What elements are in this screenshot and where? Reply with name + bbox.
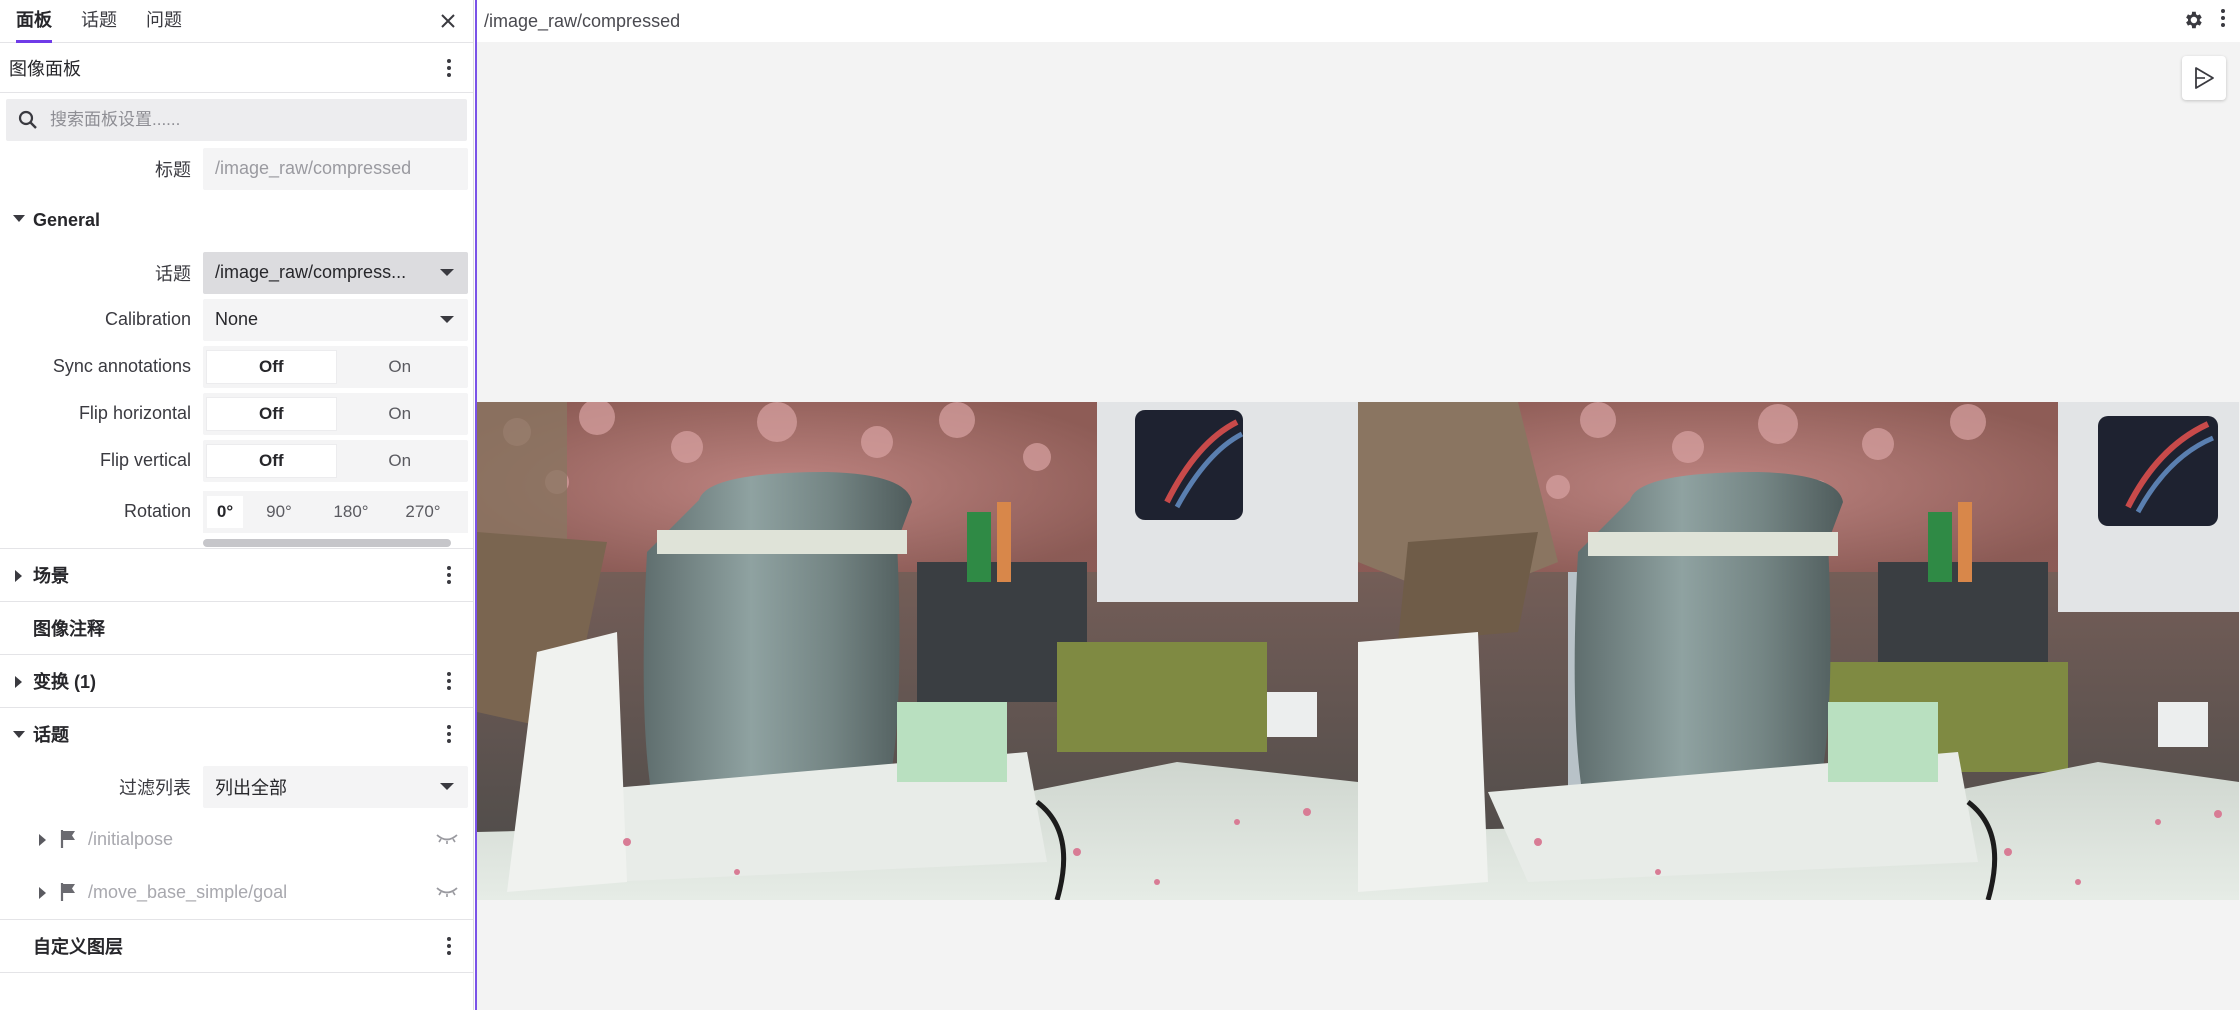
filter-select[interactable]: 列出全部 [203,765,468,808]
rotation-0-option[interactable]: 0° [207,495,243,528]
sync-on-option[interactable]: On [336,351,465,383]
filter-select-value: 列出全部 [215,777,287,798]
topics-menu-icon[interactable] [439,722,459,746]
flip-v-on-option[interactable]: On [336,445,465,477]
chevron-down-icon [13,215,25,222]
sync-annotations-row: Sync annotations Off On [0,343,473,390]
flag-icon [60,883,75,901]
panel-header: 图像面板 [0,43,473,93]
flip-vertical-toggle: Off On [203,439,468,482]
panel-toolbar-title: /image_raw/compressed [484,10,681,31]
calibration-select[interactable]: None [203,298,468,341]
chevron-right-icon [39,887,46,899]
section-topics-title: 话题 [33,725,69,745]
caret-down-icon [440,315,454,323]
section-general-title: General [33,210,101,230]
horizontal-scrollbar[interactable] [203,539,451,547]
transforms-menu-icon[interactable] [439,669,459,693]
section-custom-layers-title: 自定义图层 [33,937,123,957]
tab-panel[interactable]: 面板 [16,6,52,43]
section-scene[interactable]: 场景 [0,548,473,601]
gear-icon[interactable] [2182,9,2204,31]
sync-off-option[interactable]: Off [207,350,336,383]
sync-annotations-label: Sync annotations [52,356,191,376]
topic-select[interactable]: /image_raw/compress... [203,251,468,294]
title-row: 标题 /image_raw/compressed [0,145,473,192]
flip-vertical-label: Flip vertical [99,450,191,470]
section-transforms-title: 变换 (1) [33,672,96,692]
flip-horizontal-label: Flip horizontal [78,403,191,423]
filter-label: 过滤列表 [119,777,191,798]
filter-row: 过滤列表 列出全部 [0,760,473,813]
topic-select-value: /image_raw/compress... [215,262,407,282]
flip-horizontal-row: Flip horizontal Off On [0,390,473,437]
panel-toolbar: /image_raw/compressed [477,0,2240,42]
camera-image-left [477,402,1358,900]
section-custom-layers[interactable]: 自定义图层 [0,919,473,972]
calibration-row: Calibration None [0,296,473,343]
topic-item[interactable]: /move_base_simple/goal [0,866,473,919]
divider [0,972,473,973]
calibration-select-value: None [215,309,259,329]
eye-hidden-icon[interactable] [435,883,459,899]
panel-title: 图像面板 [9,58,81,79]
tab-problems[interactable]: 问题 [146,6,182,42]
settings-search [6,99,467,141]
topic-row: 话题 /image_raw/compress... [0,249,473,296]
caret-down-icon [440,268,454,276]
topic-item[interactable]: /initialpose [0,813,473,866]
tab-topics[interactable]: 话题 [81,6,117,42]
flip-v-off-option[interactable]: Off [207,444,336,477]
cursor-icon [2195,67,2214,89]
close-icon[interactable] [435,8,461,34]
section-transforms[interactable]: 变换 (1) [0,654,473,707]
panel-menu-icon[interactable] [2218,9,2228,27]
rotation-selector: 0° 90° 180° 270° [203,490,468,533]
chevron-down-icon [13,731,25,738]
scene-menu-icon[interactable] [439,563,459,587]
topic-label: 话题 [155,263,191,284]
chevron-right-icon [39,834,46,846]
panel-menu-icon[interactable] [439,56,459,80]
chevron-right-icon [15,676,22,688]
sync-annotations-toggle: Off On [203,345,468,388]
camera-image-right [1358,402,2239,900]
topic-item-name: /move_base_simple/goal [88,882,288,902]
flip-vertical-row: Flip vertical Off On [0,437,473,484]
flip-h-on-option[interactable]: On [336,398,465,430]
title-label: 标题 [155,159,191,180]
rotation-label: Rotation [123,501,191,521]
section-scene-title: 场景 [33,566,69,586]
section-image-annotations[interactable]: 图像注释 [0,601,473,654]
title-field[interactable]: /image_raw/compressed [203,147,468,190]
flag-icon [60,830,75,848]
rotation-270-option[interactable]: 270° [387,496,459,528]
rotation-180-option[interactable]: 180° [315,496,387,528]
search-input[interactable] [50,110,430,130]
section-image-annotations-title: 图像注释 [33,619,105,639]
chevron-right-icon [15,570,22,582]
rotation-90-option[interactable]: 90° [243,496,315,528]
flip-h-off-option[interactable]: Off [207,397,336,430]
section-topics[interactable]: 话题 [0,707,473,760]
eye-hidden-icon[interactable] [435,830,459,846]
custom-layers-menu-icon[interactable] [439,934,459,958]
flip-horizontal-toggle: Off On [203,392,468,435]
settings-sidebar: 面板 话题 问题 图像面板 标题 /image_raw/compressed G… [0,0,474,1010]
camera-image[interactable] [477,402,2240,900]
sidebar-tabs: 面板 话题 问题 [0,0,473,43]
search-icon [18,110,37,129]
calibration-label: Calibration [104,309,191,329]
topic-item-name: /initialpose [88,829,174,849]
rotation-row: Rotation 0° 90° 180° 270° [0,484,473,539]
section-general[interactable]: General [0,192,473,249]
image-panel: /image_raw/compressed [475,0,2240,1010]
interaction-mode-button[interactable] [2182,56,2226,100]
caret-down-icon [440,782,454,790]
